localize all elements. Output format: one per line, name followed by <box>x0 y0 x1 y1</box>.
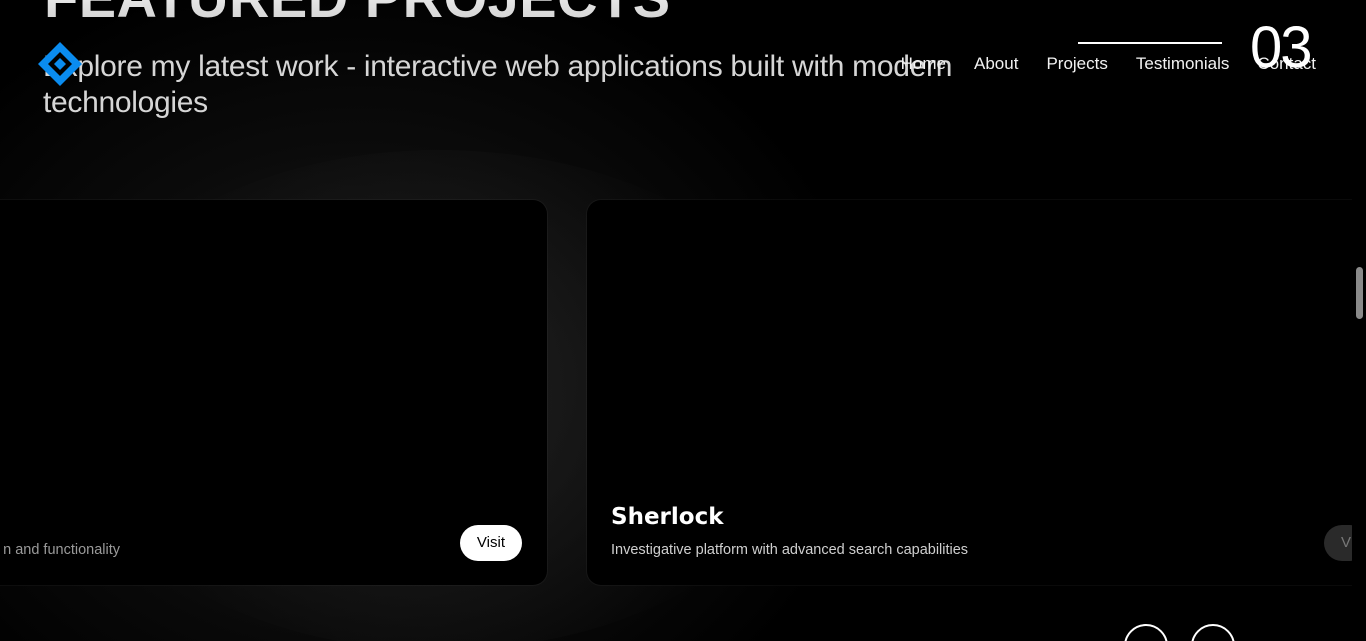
nav-item-testimonials[interactable]: Testimonials <box>1136 54 1230 74</box>
project-card-sherlock[interactable]: Sherlock Investigative platform with adv… <box>587 200 1366 585</box>
section-title: FEATURED PROJECTS <box>44 0 671 26</box>
project-title: Sherlock <box>611 504 724 530</box>
section-subtitle: Explore my latest work - interactive web… <box>43 50 953 119</box>
project-card[interactable]: n and functionality Visit <box>0 200 547 585</box>
section-counter: 03 <box>1250 15 1312 80</box>
arrow-left-icon[interactable] <box>1124 624 1168 641</box>
arrow-right-icon[interactable] <box>1191 624 1235 641</box>
project-description: n and functionality <box>3 542 120 558</box>
nav-item-home[interactable]: Home <box>901 54 946 74</box>
active-nav-indicator <box>1078 42 1222 44</box>
page: FEATURED PROJECTS Explore my latest work… <box>0 0 1366 641</box>
nav-item-about[interactable]: About <box>974 54 1018 74</box>
scrollbar-thumb[interactable] <box>1356 267 1363 319</box>
nav-item-projects[interactable]: Projects <box>1046 54 1107 74</box>
scrollbar[interactable] <box>1352 0 1366 641</box>
project-description: Investigative platform with advanced sea… <box>611 542 969 558</box>
logo-icon[interactable] <box>36 40 84 88</box>
visit-button[interactable]: Visit <box>459 525 522 561</box>
